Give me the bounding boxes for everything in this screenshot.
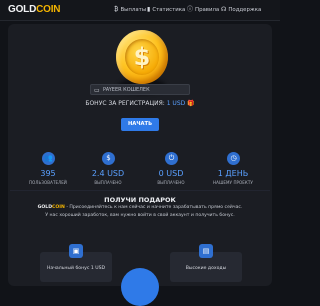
wallet-input[interactable]: ▭ PAYEER КОШЕЛЕК <box>90 84 190 95</box>
power-icon: ⏻ <box>165 152 178 165</box>
center-circle-icon <box>121 268 159 306</box>
stat-label: НАШЕМУ ПРОЕКТУ <box>213 180 253 185</box>
tier-high-income: ▤ Высокие доходы <box>170 244 242 282</box>
nav-item-rules[interactable]: ⓘ Правила <box>187 4 219 16</box>
desc-line-1: - Присоединяйтесь к нам сейчас и начните… <box>64 205 243 210</box>
stat-label: ПОЛЬЗОВАТЕЛЕЙ <box>29 180 67 185</box>
gift-icon: 🎁 <box>187 100 195 107</box>
bitcoin-icon: ₿ <box>114 6 119 13</box>
stat-value: 395 <box>40 169 56 178</box>
gift-box-icon: ▣ <box>69 244 83 258</box>
header: GOLDCOIN ₿ Выплаты ▮ Статистика ⓘ Правила ☊… <box>0 0 280 21</box>
stat-value: 2.4 USD <box>91 169 125 178</box>
main-nav: ₿ Выплаты ▮ Статистика ⓘ Правила ☊ Поддержка <box>0 4 280 16</box>
clock-icon: ◷ <box>227 152 240 165</box>
desc-brand-part-2: COIN <box>52 205 65 210</box>
tier-label: Начальный бонус 1 USD <box>46 266 106 271</box>
desc-brand-part-1: GOLD <box>37 205 53 210</box>
wallet-icon: ▭ <box>94 87 100 94</box>
headset-icon: ☊ <box>221 6 227 13</box>
nav-item-statistics[interactable]: ▮ Статистика <box>147 4 185 16</box>
dollar-sign-icon: $ <box>133 43 151 71</box>
dollar-coin-icon: $ <box>116 30 168 84</box>
tier-label: Высокие доходы <box>185 266 227 271</box>
bar-chart-icon: ▮ <box>147 6 151 13</box>
divider <box>10 190 270 191</box>
nav-item-label: Статистика <box>152 7 186 13</box>
desc-line-2: У нас хороший заработок, вам нужно войти… <box>45 213 235 218</box>
bonus-label: БОНУС ЗА РЕГИСТРАЦИЯ: <box>85 100 165 107</box>
stat-value: 1 ДЕНЬ <box>217 169 249 178</box>
coin-face: $ <box>125 39 159 75</box>
registration-bonus: БОНУС ЗА РЕГИСТРАЦИЯ: 1 USD 🎁 <box>0 100 280 107</box>
money-icon: $ <box>102 152 115 165</box>
wallet-input-placeholder: PAYEER КОШЕЛЕК <box>103 87 150 93</box>
bonus-value: 1 USD <box>166 100 186 107</box>
stat-label: ВЫПЛАЧЕНО <box>94 180 122 185</box>
stat-label: ВЫПЛАЧЕНО <box>157 180 185 185</box>
nav-item-label: Выплаты <box>120 7 147 13</box>
users-icon: 👥 <box>42 152 55 165</box>
chart-icon: ▤ <box>199 244 213 258</box>
tier-start-bonus: ▣ Начальный бонус 1 USD <box>40 244 112 282</box>
nav-item-label: Правила <box>195 7 220 13</box>
start-button[interactable]: НАЧАТЬ <box>121 118 159 131</box>
stat-value: 0 USD <box>158 169 184 178</box>
nav-item-support[interactable]: ☊ Поддержка <box>221 4 261 16</box>
nav-item-payouts[interactable]: ₿ Выплаты <box>114 4 146 16</box>
info-icon: ⓘ <box>187 6 194 13</box>
gift-title: ПОЛУЧИ ПОДАРОК <box>104 196 176 204</box>
gift-description: GOLDCOIN - Присоединяйтесь к нам сейчас … <box>30 204 250 220</box>
nav-item-label: Поддержка <box>228 7 262 13</box>
